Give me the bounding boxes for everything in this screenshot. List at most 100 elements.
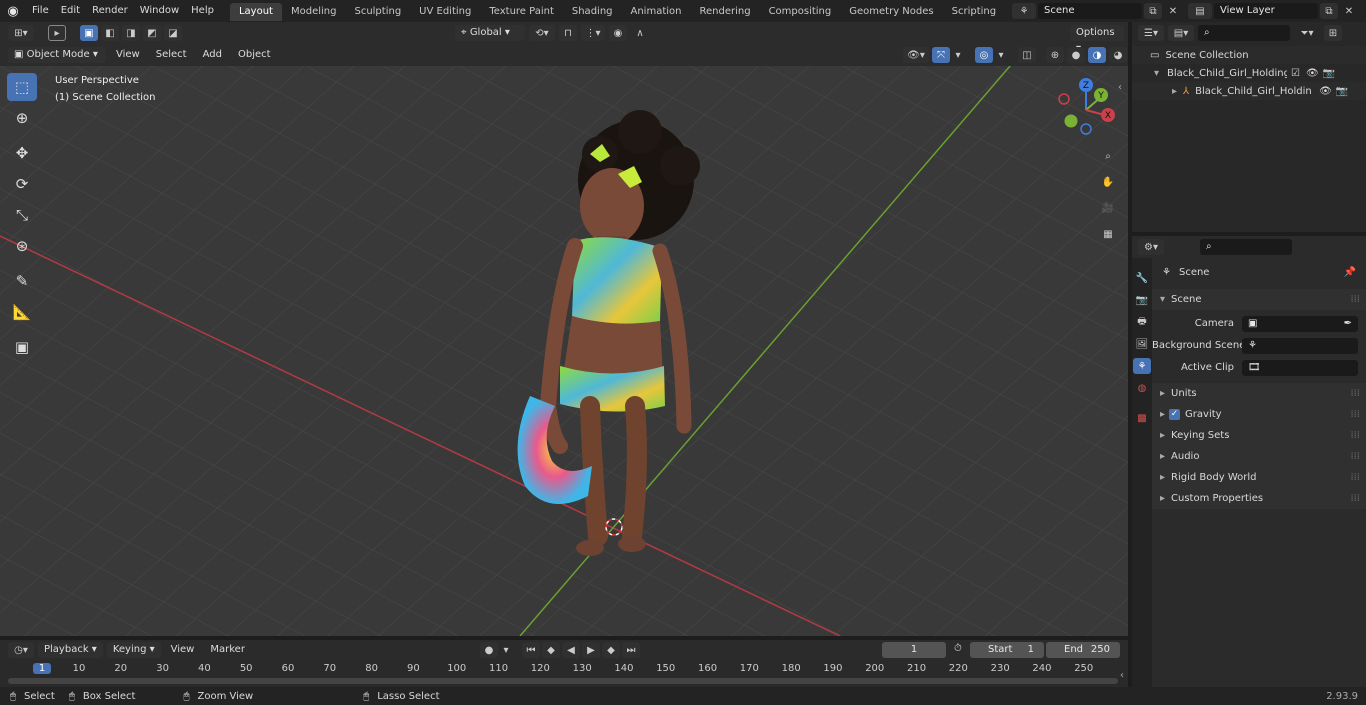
wireframe-shading-icon[interactable]: ⊕ [1046,47,1064,63]
drag-handle-icon[interactable]: ⁞⁞⁞ [1350,409,1360,420]
material-shading-icon[interactable]: ◑ [1088,47,1106,63]
jump-start-icon[interactable]: ⏮ [522,642,540,658]
expand-arrow-icon[interactable]: ▸ [1172,86,1177,97]
keying-menu[interactable]: Keying ▾ [106,642,161,658]
new-collection-icon[interactable]: ⊞ [1324,25,1342,41]
tab-modeling[interactable]: Modeling [282,3,346,21]
transform-tool-icon[interactable]: ⊛ [7,232,37,260]
ortho-grid-icon[interactable]: ▦ [1098,224,1118,244]
output-tab-icon[interactable]: 🖶 [1133,314,1151,330]
marker-menu[interactable]: Marker [204,642,251,658]
menu-select[interactable]: Select [150,47,193,63]
menu-render[interactable]: Render [86,0,134,22]
end-frame-field[interactable]: End 250 [1046,642,1120,658]
display-mode-icon[interactable]: ▤▾ [1168,25,1194,41]
select-new-icon[interactable]: ▣ [80,25,98,41]
scene-panel-header[interactable]: ▾ Scene ⁞⁞⁞ [1152,289,1366,310]
menu-help[interactable]: Help [185,0,220,22]
tab-rendering[interactable]: Rendering [690,3,759,21]
outliner-row-scene-collection[interactable]: ▭ Scene Collection [1132,46,1366,64]
options-button[interactable]: Options ▾ [1070,25,1124,54]
rotate-tool-icon[interactable]: ⟳ [7,170,37,198]
custom-properties-panel[interactable]: ▸ Custom Properties ⁞⁞⁞ [1152,488,1366,509]
drag-handle-icon[interactable]: ⁞⁞⁞ [1350,451,1360,462]
current-frame-field[interactable]: 1 [882,642,946,658]
timeline-view-menu[interactable]: View [165,642,201,658]
solid-shading-icon[interactable]: ● [1067,47,1085,63]
gizmo-dropdown-icon[interactable]: ▾ [953,47,963,63]
camera-view-icon[interactable]: 🎥 [1098,198,1118,218]
properties-editor-type-icon[interactable]: ⚙▾ [1138,239,1164,255]
tab-compositing[interactable]: Compositing [760,3,841,21]
snap-icon[interactable]: ⊓ [559,25,577,41]
editor-type-icon[interactable]: ⊞▾ [8,25,34,41]
blender-logo-icon[interactable]: ◉ [0,0,26,22]
pivot-point-icon[interactable]: ⟲▾ [529,25,555,41]
scene-tab-icon[interactable]: ⚘ [1133,358,1151,374]
drag-handle-icon[interactable]: ⁞⁞⁞ [1350,430,1360,441]
record-dropdown-icon[interactable]: ▾ [500,642,512,658]
menu-object[interactable]: Object [232,47,277,63]
outliner-editor-type-icon[interactable]: ☰▾ [1138,25,1164,41]
cursor-select-icon[interactable]: ▸ [48,25,66,41]
sidebar-toggle-icon[interactable]: ‹ [1118,82,1122,93]
delete-view-layer-icon[interactable]: ✕ [1340,3,1358,19]
render-tab-icon[interactable]: 📷 [1133,292,1151,308]
tab-scripting[interactable]: Scripting [943,3,1005,21]
play-icon[interactable]: ▶ [582,642,600,658]
zoom-icon[interactable]: ⌕ [1098,146,1118,166]
3d-viewport[interactable]: User Perspective (1) Scene Collection Z … [0,66,1128,636]
timeline-editor-type-icon[interactable]: ◷▾ [8,642,34,658]
cursor-tool-icon[interactable]: ⊕ [7,104,37,132]
proportional-edit-icon[interactable]: ◉ [609,25,627,41]
drag-handle-icon[interactable]: ⁞⁞⁞ [1350,472,1360,483]
new-view-layer-icon[interactable]: ⧉ [1320,3,1338,19]
timeline-body[interactable]: 1 10 20 30 40 50 60 70 80 90 100 110 120 130 140 150 160… [0,660,1128,688]
overlays-icon[interactable]: ◎ [975,47,993,63]
gravity-checkbox[interactable]: ✓ [1169,409,1181,420]
active-clip-field[interactable]: 🎞 [1242,359,1358,376]
start-frame-field[interactable]: Start 1 [970,642,1044,658]
timeline-sidebar-toggle-icon[interactable]: ‹ [1120,670,1124,681]
tab-layout[interactable]: Layout [229,3,282,21]
properties-search-input[interactable]: ⌕ [1200,239,1292,255]
drag-handle-icon[interactable]: ⁞⁞⁞ [1350,388,1360,399]
gizmo-icon[interactable]: ⤧ [932,47,950,63]
view-layer-field[interactable]: View Layer [1214,3,1318,19]
tab-uv-editing[interactable]: UV Editing [410,3,480,21]
select-subtract-icon[interactable]: ◨ [122,25,140,41]
filter-icon[interactable]: ⏷▾ [1294,25,1320,41]
falloff-icon[interactable]: ∧ [631,25,649,41]
preview-range-icon[interactable]: ⏱ [954,643,962,654]
move-tool-icon[interactable]: ✥ [7,139,37,167]
prev-keyframe-icon[interactable]: ◆ [542,642,560,658]
play-reverse-icon[interactable]: ◀ [562,642,580,658]
background-scene-field[interactable]: ⚘ [1242,337,1358,354]
tab-animation[interactable]: Animation [622,3,691,21]
outliner-row-object[interactable]: ▾ Black_Child_Girl_Holding_Swim ☑ 👁 📷 [1132,64,1366,82]
units-panel[interactable]: ▸ Units ⁞⁞⁞ [1152,383,1366,404]
add-cube-tool-icon[interactable]: ▣ [7,333,37,361]
tool-tab-icon[interactable]: 🔧 [1133,270,1151,286]
outliner-search-input[interactable]: ⌕ [1198,25,1290,41]
texture-tab-icon[interactable]: ▩ [1133,410,1151,426]
menu-edit[interactable]: Edit [55,0,86,22]
jump-end-icon[interactable]: ⏭ [622,642,640,658]
eye-icon[interactable]: 👁 [1319,86,1332,97]
object-mode-dropdown[interactable]: ▣ Object Mode ▾ [8,47,106,63]
xray-icon[interactable]: ◫ [1018,47,1036,63]
transform-orientation-dropdown[interactable]: ⌖ Global ▾ [455,25,525,41]
menu-add[interactable]: Add [197,47,228,63]
audio-panel[interactable]: ▸ Audio ⁞⁞⁞ [1152,446,1366,467]
menu-view[interactable]: View [110,47,146,63]
select-invert-icon[interactable]: ◩ [143,25,161,41]
camera-render-icon[interactable]: 📷 [1336,86,1348,97]
checkbox-icon[interactable]: ☑ [1291,68,1300,79]
world-tab-icon[interactable]: ◍ [1133,380,1151,396]
playback-menu[interactable]: Playback ▾ [38,642,103,658]
snap-target-icon[interactable]: ⋮▾ [581,25,605,41]
menu-window[interactable]: Window [134,0,185,22]
outliner-row-armature[interactable]: ▸ ⅄ Black_Child_Girl_Holding_ 👁 📷 [1132,82,1366,100]
navigation-gizmo[interactable]: Z Y X [1054,74,1120,140]
tab-sculpting[interactable]: Sculpting [345,3,410,21]
